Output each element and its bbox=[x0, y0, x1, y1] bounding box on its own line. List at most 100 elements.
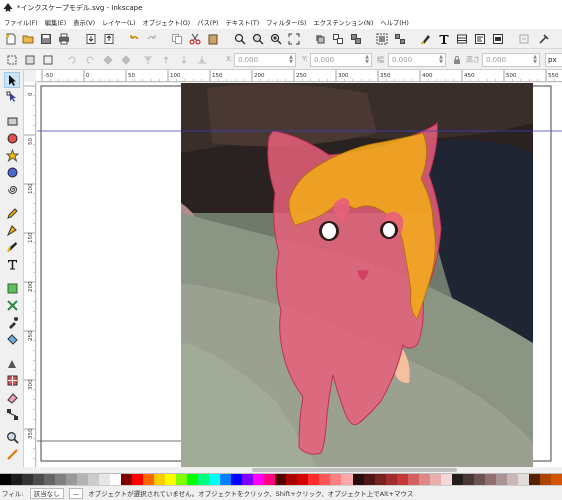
pencil-tool[interactable] bbox=[4, 205, 20, 221]
new-document-button[interactable] bbox=[4, 32, 18, 46]
tweak-tool[interactable] bbox=[4, 297, 20, 313]
flip-vertical-button[interactable] bbox=[120, 54, 132, 66]
calligraphy-tool[interactable] bbox=[4, 239, 20, 255]
gradient-tool[interactable] bbox=[4, 355, 20, 371]
duplicate-button[interactable] bbox=[313, 32, 327, 46]
lock-icon bbox=[454, 56, 460, 64]
redo-button[interactable] bbox=[145, 32, 159, 46]
menu-view[interactable]: 表示(V) bbox=[73, 18, 95, 27]
xml-editor-button[interactable] bbox=[473, 32, 487, 46]
cut-button[interactable] bbox=[188, 32, 202, 46]
save-button[interactable] bbox=[39, 32, 53, 46]
fill-indicator[interactable]: 該当なし bbox=[29, 487, 64, 499]
menu-extensions[interactable]: エクステンション(N) bbox=[314, 18, 374, 27]
raise-button[interactable] bbox=[160, 54, 172, 66]
height-input[interactable]: 0.000 ▲ ▼ bbox=[482, 53, 540, 67]
zoom-fit-button[interactable] bbox=[287, 32, 301, 46]
paste-button[interactable] bbox=[206, 32, 220, 46]
horizontal-scrollbar-thumb[interactable] bbox=[252, 468, 457, 472]
vertical-ruler[interactable]: 0 50 100 150 200 250 300 350 bbox=[24, 82, 36, 467]
paint-bucket-tool[interactable] bbox=[4, 331, 20, 347]
select-all-icon bbox=[7, 55, 17, 65]
select-all-button[interactable] bbox=[6, 54, 18, 66]
zoom-page-button[interactable] bbox=[269, 32, 283, 46]
height-spinner-arrows[interactable]: ▲ ▼ bbox=[533, 55, 537, 65]
connector-tool[interactable] bbox=[4, 406, 20, 422]
zoom-tool[interactable] bbox=[4, 429, 20, 445]
lock-ratio-button[interactable] bbox=[451, 54, 463, 66]
group-button[interactable] bbox=[375, 32, 389, 46]
ungroup-button[interactable] bbox=[393, 32, 407, 46]
layers-button[interactable] bbox=[455, 32, 469, 46]
flip-horizontal-icon bbox=[103, 55, 113, 65]
node-tool[interactable] bbox=[4, 89, 20, 105]
lower-to-bottom-button[interactable] bbox=[196, 54, 208, 66]
spray-tool[interactable] bbox=[4, 280, 20, 296]
unit-select[interactable]: px bbox=[545, 53, 562, 67]
spiral-tool[interactable] bbox=[4, 181, 20, 197]
copy-button[interactable] bbox=[170, 32, 184, 46]
rotate-cw-button[interactable] bbox=[84, 54, 96, 66]
lower-button[interactable] bbox=[178, 54, 190, 66]
menu-filters[interactable]: フィルター(S) bbox=[266, 18, 306, 27]
width-label: 幅 bbox=[377, 56, 384, 64]
document-properties-button[interactable] bbox=[537, 32, 551, 46]
measure-tool[interactable] bbox=[4, 446, 20, 462]
folder-open-icon bbox=[22, 35, 34, 44]
menu-layer[interactable]: レイヤー(L) bbox=[102, 18, 135, 27]
selector-tool[interactable] bbox=[4, 72, 20, 88]
align-button[interactable] bbox=[491, 32, 505, 46]
menu-object[interactable]: オブジェクト(O) bbox=[142, 18, 190, 27]
clone-button[interactable] bbox=[331, 32, 345, 46]
fill-label: フィル: bbox=[2, 490, 24, 498]
x-spinner-arrows[interactable]: ▲ ▼ bbox=[289, 55, 293, 65]
flip-horizontal-button[interactable] bbox=[102, 54, 114, 66]
print-button[interactable] bbox=[57, 32, 71, 46]
menu-edit[interactable]: 編集(E) bbox=[45, 18, 67, 27]
open-button[interactable] bbox=[21, 32, 35, 46]
star-tool[interactable] bbox=[4, 147, 20, 163]
duplicate-icon bbox=[316, 35, 325, 44]
select-all-layers-button[interactable] bbox=[24, 54, 36, 66]
3d-box-tool[interactable] bbox=[4, 164, 20, 180]
dropper-tool[interactable] bbox=[4, 314, 20, 330]
width-spinner-arrows[interactable]: ▲ ▼ bbox=[439, 55, 443, 65]
y-spinner-arrows[interactable]: ▲ ▼ bbox=[365, 55, 369, 65]
unlink-clone-button[interactable] bbox=[349, 32, 363, 46]
menu-text[interactable]: テキスト(T) bbox=[225, 18, 259, 27]
x-input[interactable]: 0.000 ▲ ▼ bbox=[234, 53, 296, 67]
y-input[interactable]: 0.000 ▲ ▼ bbox=[310, 53, 372, 67]
stroke-indicator[interactable]: — bbox=[68, 487, 84, 499]
eraser-tool[interactable] bbox=[4, 389, 20, 405]
preferences-button[interactable] bbox=[517, 32, 531, 46]
ruler-tick-label: 550 bbox=[548, 73, 559, 79]
zoom-selection-button[interactable] bbox=[233, 32, 247, 46]
import-button[interactable] bbox=[84, 32, 98, 46]
text-icon bbox=[439, 35, 449, 44]
export-button[interactable] bbox=[102, 32, 116, 46]
undo-button[interactable] bbox=[127, 32, 141, 46]
menu-path[interactable]: パス(P) bbox=[197, 18, 218, 27]
rotate-ccw-button[interactable] bbox=[66, 54, 78, 66]
pen-tool[interactable] bbox=[4, 222, 20, 238]
ruler-tick-label: 300 bbox=[28, 379, 34, 390]
ellipse-tool[interactable] bbox=[4, 130, 20, 146]
fill-stroke-button[interactable] bbox=[419, 32, 433, 46]
rectangle-tool[interactable] bbox=[4, 113, 20, 129]
text-tool-icon bbox=[7, 259, 17, 269]
zoom-drawing-button[interactable] bbox=[251, 32, 265, 46]
width-input[interactable]: 0.000 ▲ ▼ bbox=[388, 53, 446, 67]
x-value: 0.000 bbox=[238, 56, 259, 64]
lower-icon bbox=[181, 56, 187, 64]
menu-file[interactable]: ファイル(F) bbox=[4, 18, 38, 27]
horizontal-ruler[interactable]: -50 0 50 100 150 200 250 300 350 400 450 500 550 bbox=[36, 70, 562, 82]
drawing-canvas[interactable] bbox=[37, 83, 562, 467]
ruler-tick-label: 350 bbox=[380, 73, 391, 79]
deselect-button[interactable] bbox=[42, 54, 54, 66]
print-icon bbox=[59, 33, 69, 45]
text-font-button[interactable] bbox=[437, 32, 451, 46]
mesh-tool[interactable] bbox=[4, 372, 20, 388]
menu-help[interactable]: ヘルプ(H) bbox=[380, 18, 409, 27]
raise-to-top-button[interactable] bbox=[142, 54, 154, 66]
text-tool[interactable] bbox=[4, 256, 20, 272]
